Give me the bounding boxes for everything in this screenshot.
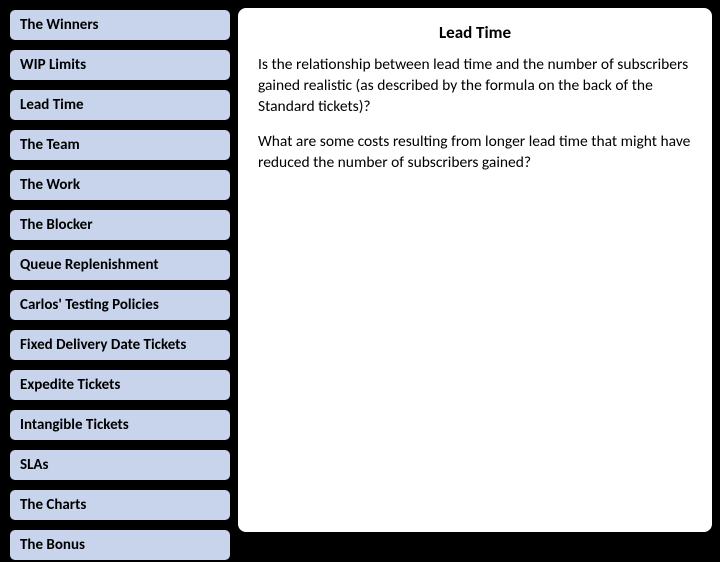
nav-item-fixed-delivery-date-tickets[interactable]: Fixed Delivery Date Tickets	[8, 328, 232, 362]
content-body: Is the relationship between lead time an…	[258, 55, 692, 174]
nav-item-charts[interactable]: The Charts	[8, 488, 232, 522]
nav-item-queue-replenishment[interactable]: Queue Replenishment	[8, 248, 232, 282]
nav-item-slas[interactable]: SLAs	[8, 448, 232, 482]
nav-item-team[interactable]: The Team	[8, 128, 232, 162]
nav-item-work[interactable]: The Work	[8, 168, 232, 202]
sidebar: The Winners WIP Limits Lead Time The Tea…	[6, 6, 236, 534]
content-title: Lead Time	[258, 22, 692, 43]
nav-item-lead-time[interactable]: Lead Time	[8, 88, 232, 122]
nav-item-bonus[interactable]: The Bonus	[8, 528, 232, 562]
nav-item-wip-limits[interactable]: WIP Limits	[8, 48, 232, 82]
content-panel: Lead Time Is the relationship between le…	[236, 6, 714, 534]
content-paragraph: What are some costs resulting from longe…	[258, 132, 692, 174]
nav-item-expedite-tickets[interactable]: Expedite Tickets	[8, 368, 232, 402]
nav-item-winners[interactable]: The Winners	[8, 8, 232, 42]
nav-item-blocker[interactable]: The Blocker	[8, 208, 232, 242]
nav-item-intangible-tickets[interactable]: Intangible Tickets	[8, 408, 232, 442]
nav-item-carlos-testing-policies[interactable]: Carlos' Testing Policies	[8, 288, 232, 322]
content-paragraph: Is the relationship between lead time an…	[258, 55, 692, 118]
